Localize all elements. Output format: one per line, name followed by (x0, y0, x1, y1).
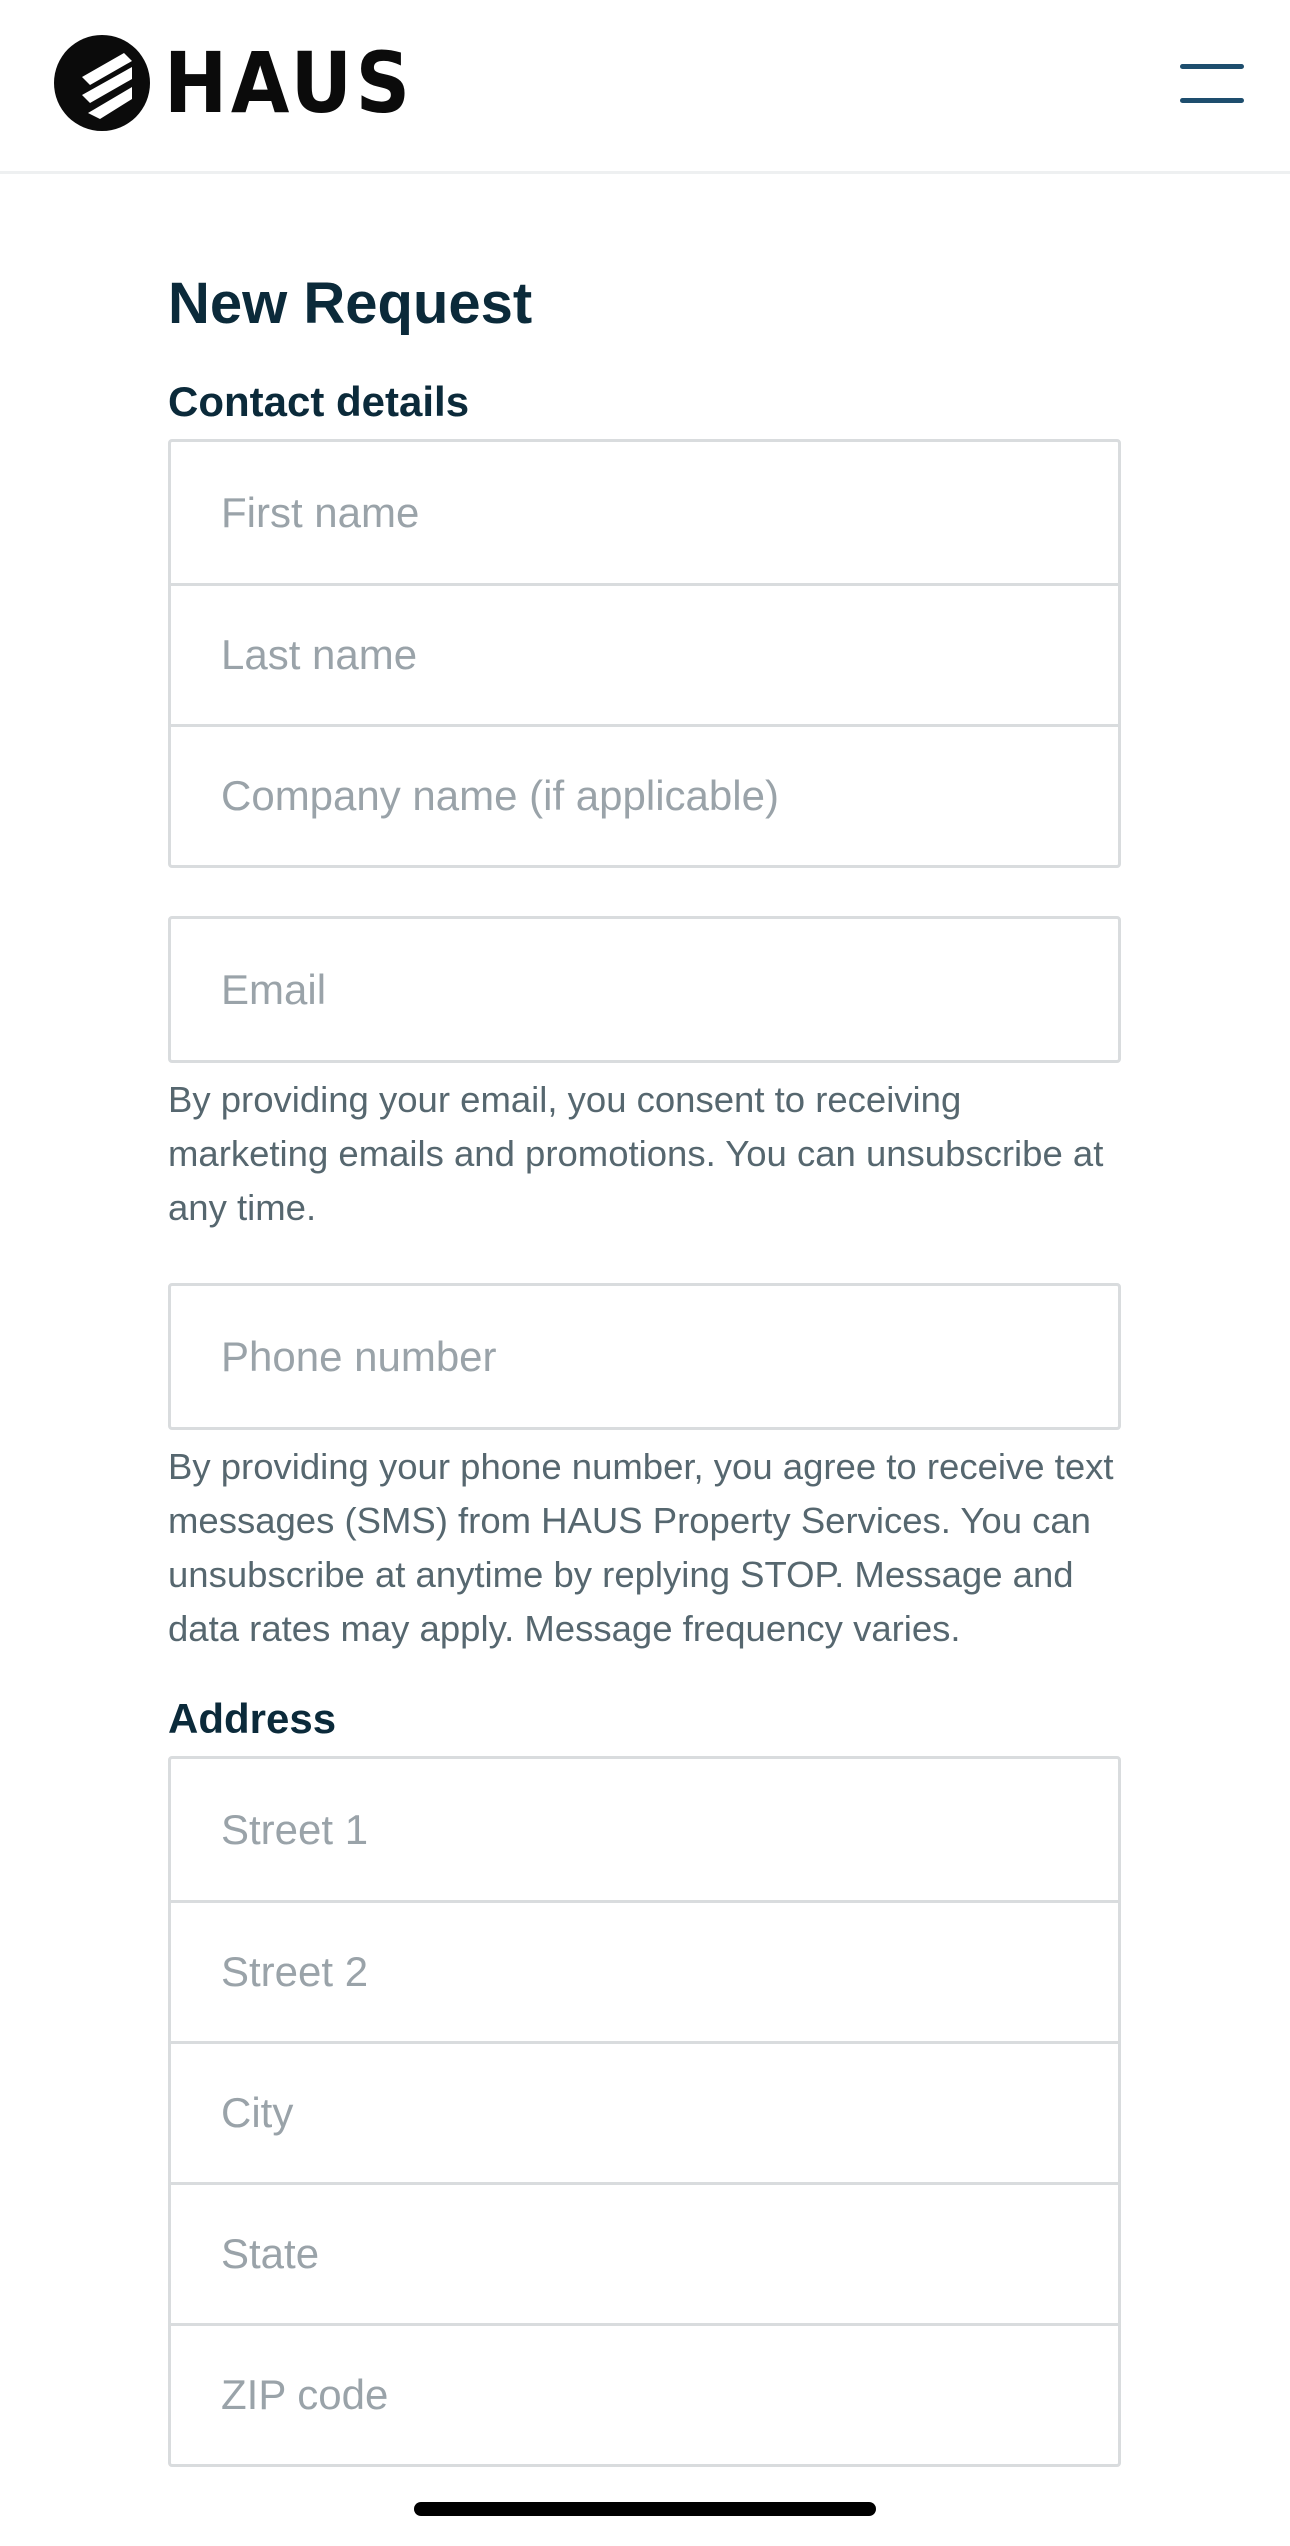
contact-details-label: Contact details (168, 378, 470, 425)
company-name-row (171, 724, 1118, 865)
city-input[interactable] (221, 2089, 1118, 2137)
phone-field-group (168, 1283, 1121, 1430)
first-name-input[interactable] (221, 488, 1118, 537)
page-title: New Request (168, 271, 533, 336)
zip-row (171, 2323, 1118, 2464)
email-consent-text: By providing your email, you consent to … (168, 1079, 1104, 1228)
state-row (171, 2182, 1118, 2323)
menu-line-bottom (1180, 98, 1244, 103)
address-fields-group (168, 1756, 1121, 2467)
company-name-input[interactable] (221, 772, 1118, 820)
menu-line-top (1180, 64, 1244, 69)
zip-code-input[interactable] (221, 2371, 1118, 2419)
phone-row (171, 1286, 1118, 1427)
state-input[interactable] (221, 2230, 1118, 2278)
top-bar: HAUS (0, 0, 1290, 174)
email-input[interactable] (221, 965, 1118, 1014)
street1-row (171, 1759, 1118, 1900)
street2-row (171, 1900, 1118, 2041)
street-2-input[interactable] (221, 1948, 1118, 1996)
email-field-group (168, 916, 1121, 1063)
phone-number-input[interactable] (221, 1332, 1118, 1381)
hamburger-menu-icon[interactable] (1180, 62, 1244, 104)
haus-logo[interactable]: HAUS (52, 33, 441, 133)
last-name-input[interactable] (221, 631, 1118, 679)
haus-logo-mark-icon (54, 35, 150, 131)
logo-wordmark: HAUS (164, 34, 414, 132)
street-1-input[interactable] (221, 1805, 1118, 1854)
contact-fields-group (168, 439, 1121, 868)
email-row (171, 919, 1118, 1060)
sms-consent-text: By providing your phone number, you agre… (168, 1446, 1114, 1649)
address-label: Address (168, 1695, 337, 1742)
first-name-row (171, 442, 1118, 583)
city-row (171, 2041, 1118, 2182)
home-indicator[interactable] (414, 2502, 876, 2516)
last-name-row (171, 583, 1118, 724)
page: HAUS New Request Contact details By p (0, 0, 1290, 2546)
request-form: New Request Contact details By providing… (168, 270, 1121, 2467)
